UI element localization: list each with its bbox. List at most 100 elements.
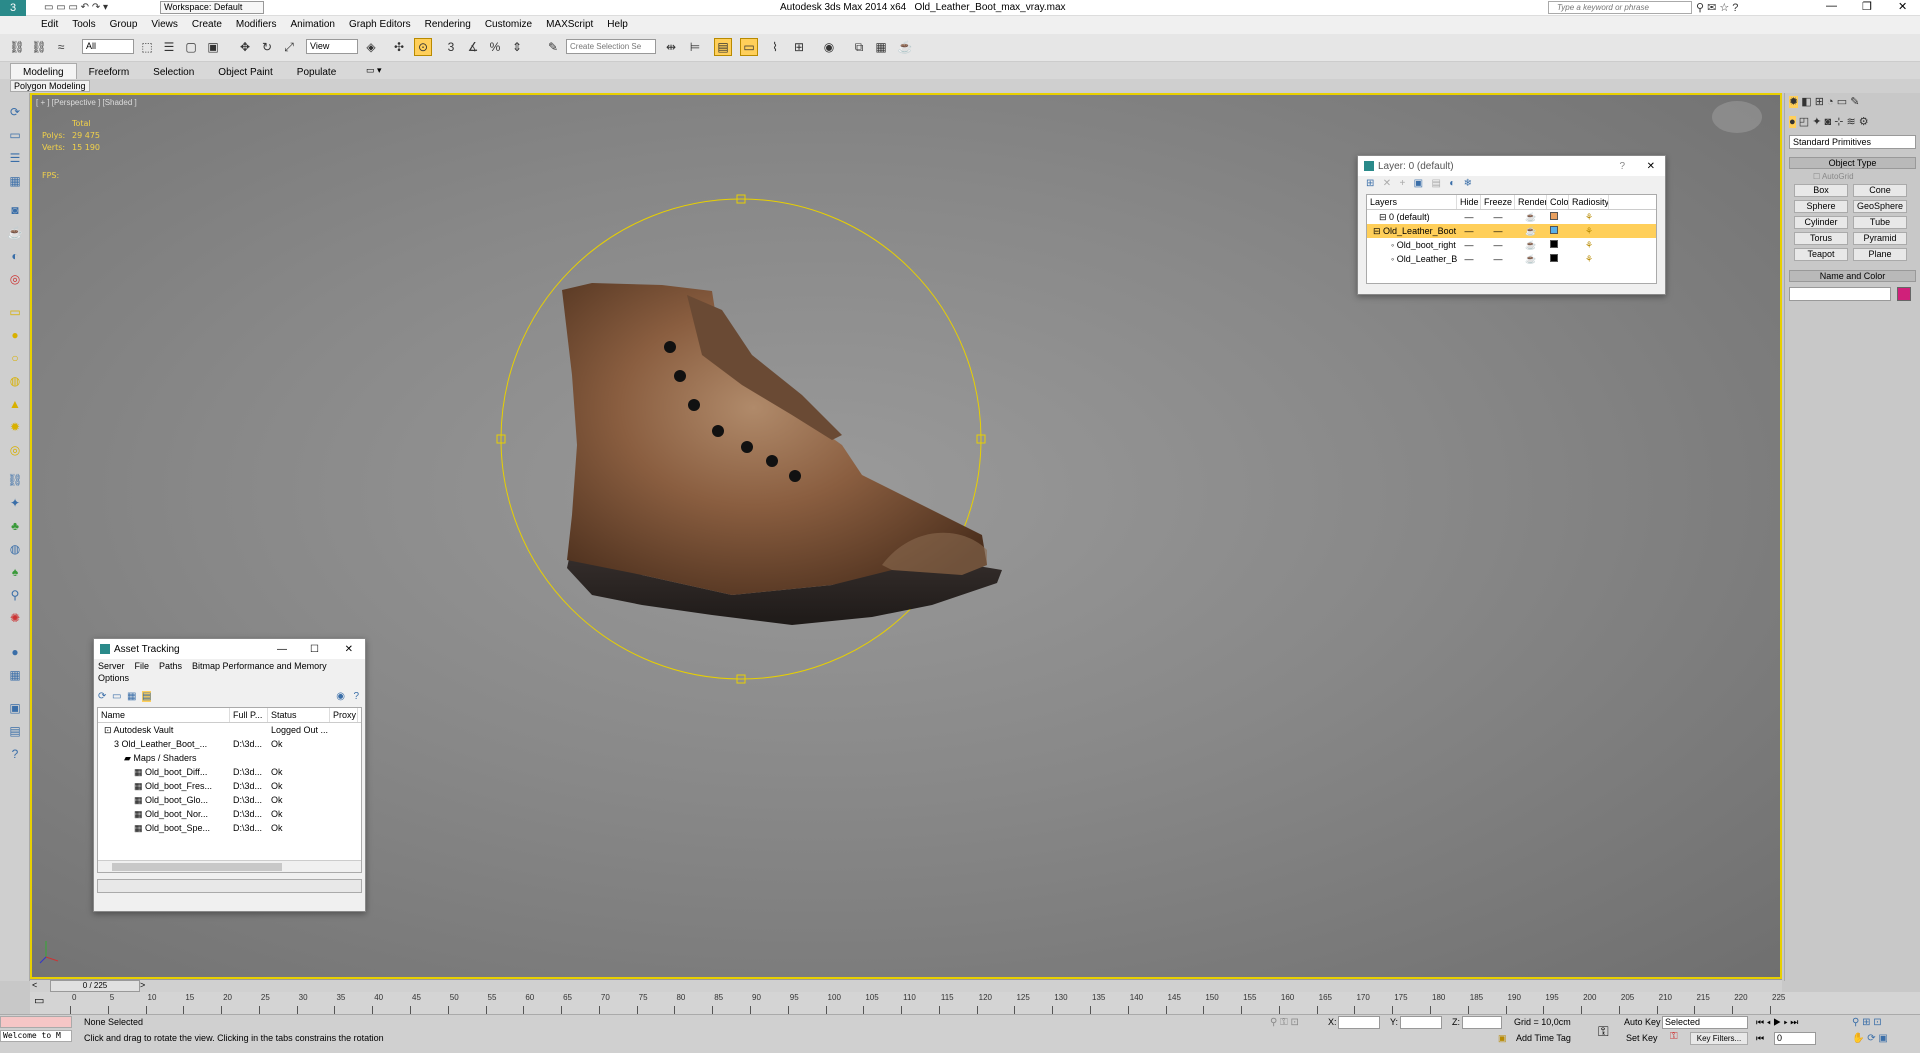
unlink-icon[interactable]: ⛓ xyxy=(30,38,48,56)
object-type-rollout[interactable]: Object Type xyxy=(1789,157,1916,169)
highlight-layer-icon[interactable]: ▤ xyxy=(1431,178,1440,189)
asset-options-menu[interactable]: Options xyxy=(94,673,365,687)
rotate-view-icon[interactable]: ⟳ xyxy=(6,103,24,121)
asset-row[interactable]: ▦ Old_boot_Spe... D:\3d... Ok xyxy=(98,821,361,835)
teapot-icon[interactable]: ☕ xyxy=(6,224,24,242)
menu-help[interactable]: Help xyxy=(600,17,635,32)
rendered-frame-window-icon[interactable]: ▦ xyxy=(872,38,890,56)
layer-color-cell[interactable] xyxy=(1547,254,1569,264)
named-selection-dropdown[interactable]: Create Selection Se xyxy=(566,39,656,54)
toggle-ribbon-icon[interactable]: ▭ xyxy=(740,38,758,56)
selection-region-icon[interactable]: ▢ xyxy=(182,38,200,56)
speaker-icon[interactable]: ◐ xyxy=(6,247,24,265)
keyboard-shortcut-override-icon[interactable]: ⊙ xyxy=(414,38,432,56)
app-logo-icon[interactable]: 3 xyxy=(0,0,26,16)
render-teapot-icon[interactable]: ☕ xyxy=(1515,226,1547,237)
auto-key-button[interactable]: Auto Key xyxy=(1624,1017,1661,1027)
select-manipulate-icon[interactable]: ✣ xyxy=(390,38,408,56)
boot-model[interactable] xyxy=(562,283,1002,625)
menu-views[interactable]: Views xyxy=(144,17,185,32)
render-teapot-icon[interactable]: ☕ xyxy=(1515,212,1547,223)
asset-name[interactable]: ▦ Old_boot_Fres... xyxy=(98,781,230,792)
asset-name[interactable]: ▦ Old_boot_Nor... xyxy=(98,809,230,820)
plane-button[interactable]: Plane xyxy=(1853,248,1907,261)
asset-close-button[interactable]: ✕ xyxy=(345,644,353,655)
ribbon-options-icon[interactable]: ▭ ▾ xyxy=(366,65,382,76)
populate-icon[interactable]: ♣ xyxy=(6,517,24,535)
pyramid-button[interactable]: Pyramid xyxy=(1853,232,1907,245)
select-rotate-icon[interactable]: ↻ xyxy=(258,38,276,56)
modify-tab-icon[interactable]: ◧ xyxy=(1801,96,1811,108)
asset-name[interactable]: 3 Old_Leather_Boot_... xyxy=(98,739,230,749)
asset-hscrollbar[interactable] xyxy=(98,860,361,872)
asset-maximize-button[interactable]: ☐ xyxy=(310,644,319,655)
menu-create[interactable]: Create xyxy=(185,17,229,32)
tube-button[interactable]: Tube xyxy=(1853,216,1907,229)
layer-hide[interactable]: — xyxy=(1457,212,1481,222)
layer-dialog-titlebar[interactable]: Layer: 0 (default) ? ✕ xyxy=(1358,156,1665,176)
z-coordinate-input[interactable] xyxy=(1462,1016,1502,1029)
asset-menu-paths[interactable]: Paths xyxy=(159,661,182,671)
layer-name[interactable]: ⊟ Old_Leather_Boot xyxy=(1367,226,1457,237)
shapes-icon[interactable]: ◰ xyxy=(1799,116,1809,128)
layer-row[interactable]: ◦ Old_Leather_Bo — — ☕ ⚘ xyxy=(1367,252,1656,266)
bind-space-warp-icon[interactable]: ≈ xyxy=(52,38,70,56)
camera-icon[interactable]: ◙ xyxy=(6,201,24,219)
menu-group[interactable]: Group xyxy=(103,17,145,32)
asset-name[interactable]: ▦ Old_boot_Glo... xyxy=(98,795,230,806)
asset-help-icon[interactable]: ? xyxy=(353,691,359,702)
spacewarps-icon[interactable]: ≋ xyxy=(1846,116,1855,128)
asset-row[interactable]: ⊡ Autodesk Vault Logged Out ... xyxy=(98,723,361,737)
layer-name[interactable]: ⊟ 0 (default) xyxy=(1367,212,1457,223)
x-coordinate-input[interactable] xyxy=(1338,1016,1380,1029)
box-icon[interactable]: ▭ xyxy=(6,303,24,321)
maxscript-mini-listener[interactable]: Welcome to M xyxy=(0,1030,72,1042)
delete-layer-icon[interactable]: ✕ xyxy=(1383,178,1391,189)
render-icon[interactable]: ◎ xyxy=(6,270,24,288)
lights-icon[interactable]: ✦ xyxy=(1812,116,1821,128)
link-tool-icon[interactable]: ⛓ xyxy=(6,471,24,489)
radiosity-icon[interactable]: ⚘ xyxy=(1569,226,1609,237)
render-teapot-icon[interactable]: ☕ xyxy=(1515,240,1547,251)
asset-col-1[interactable]: Full P... xyxy=(230,708,268,722)
utilities-tab-icon[interactable]: ✎ xyxy=(1850,96,1859,108)
layer-hide[interactable]: — xyxy=(1457,240,1481,250)
circle-icon[interactable]: ○ xyxy=(6,349,24,367)
layer-col-render[interactable]: Render xyxy=(1515,195,1547,209)
time-prev-button[interactable]: < xyxy=(32,980,37,990)
layer-close-button[interactable]: ✕ xyxy=(1647,161,1655,172)
minimize-button[interactable]: — xyxy=(1826,0,1837,12)
teapot-button[interactable]: Teapot xyxy=(1794,248,1848,261)
render-teapot-icon[interactable]: ☕ xyxy=(1515,254,1547,265)
modifier-icon[interactable]: ✦ xyxy=(6,494,24,512)
cone-icon[interactable]: ▲ xyxy=(6,395,24,413)
asset-name[interactable]: ▦ Old_boot_Spe... xyxy=(98,823,230,834)
grid-icon[interactable]: ▦ xyxy=(6,172,24,190)
sphere-icon[interactable]: ● xyxy=(6,326,24,344)
time-tag-icon[interactable]: ▣ xyxy=(1498,1033,1507,1044)
angle-snap-icon[interactable]: ∡ xyxy=(464,38,482,56)
select-in-layer-icon[interactable]: ▣ xyxy=(1414,178,1423,189)
asset-row[interactable]: ▦ Old_boot_Diff... D:\3d... Ok xyxy=(98,765,361,779)
selection-filter-dropdown[interactable]: All xyxy=(82,39,134,54)
quick-access-icons[interactable]: ▭ ▭ ▭ ↶ ↷ ▾ xyxy=(44,2,108,13)
reference-coordinate-dropdown[interactable]: View xyxy=(306,39,358,54)
asset-menu-bitmap[interactable]: Bitmap Performance and Memory xyxy=(192,661,327,671)
cameras-icon[interactable]: ◙ xyxy=(1824,116,1831,128)
target-icon[interactable]: ◎ xyxy=(6,441,24,459)
spinner-snap-icon[interactable]: ⇕ xyxy=(508,38,526,56)
select-scale-icon[interactable]: ⤢ xyxy=(280,38,298,56)
layer-hide[interactable]: — xyxy=(1457,226,1481,236)
layer-col-layers[interactable]: Layers xyxy=(1367,195,1457,209)
layer-color-cell[interactable] xyxy=(1547,240,1569,250)
asset-minimize-button[interactable]: — xyxy=(277,644,287,655)
render-frame-icon[interactable]: ▤ xyxy=(6,722,24,740)
link-icon[interactable]: ⛓ xyxy=(8,38,26,56)
object-color-swatch[interactable] xyxy=(1897,287,1911,301)
key-icon[interactable]: ⚿ xyxy=(1670,1031,1678,1042)
vault-icon[interactable]: ◉ xyxy=(336,691,345,702)
playback-controls[interactable]: ⏮ ◂ ▶ ▸ ⏭ xyxy=(1756,1017,1798,1028)
pan-orbit-icons[interactable]: ✋ ⟳ ▣ xyxy=(1852,1033,1888,1044)
workspace-dropdown[interactable]: Workspace: Default xyxy=(160,1,264,14)
radiosity-icon[interactable]: ⚘ xyxy=(1569,254,1609,265)
